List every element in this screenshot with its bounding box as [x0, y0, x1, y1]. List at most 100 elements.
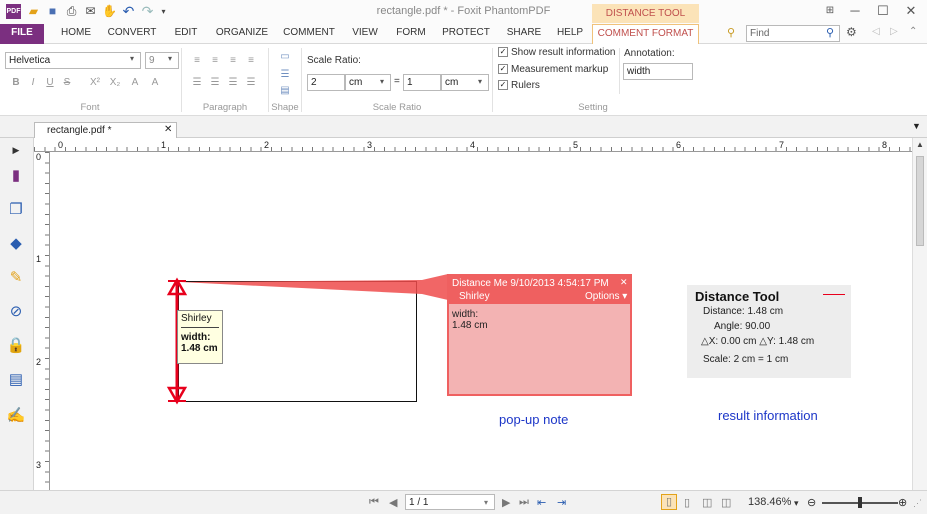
- paragraph-spacing-icon[interactable]: ☰: [244, 76, 258, 90]
- last-page-icon[interactable]: ⏭: [519, 496, 529, 509]
- search-options-icon[interactable]: ⚲: [727, 26, 741, 40]
- rulers-checkbox[interactable]: ✓: [498, 80, 508, 90]
- scale-left-value-input[interactable]: 2: [307, 74, 345, 91]
- distance-tool-line-icon: [823, 294, 845, 295]
- popup-close-icon[interactable]: ✕: [620, 276, 628, 289]
- continuous-facing-view-icon[interactable]: ◫: [721, 496, 731, 509]
- chevron-down-icon: ▾: [484, 498, 489, 507]
- search-icon[interactable]: ⚲: [826, 26, 834, 39]
- bold-button[interactable]: B: [9, 76, 23, 90]
- close-tab-icon[interactable]: ✕: [164, 124, 172, 135]
- tab-protect[interactable]: PROTECT: [440, 24, 492, 44]
- zoom-level[interactable]: 138.46%: [748, 496, 791, 508]
- justify-icon[interactable]: ≡: [244, 54, 258, 68]
- tab-share[interactable]: SHARE: [504, 24, 544, 44]
- tab-comment[interactable]: COMMENT: [282, 24, 336, 44]
- navigation-panel: ▶ ▮ ❐ ◆ ✎ ⊘ 🔒 ▤ ✍: [0, 138, 34, 490]
- align-left-icon[interactable]: ≡: [190, 54, 204, 68]
- popup-note-header[interactable]: Distance Me 9/10/2013 4:54:17 PM Shirley…: [449, 276, 630, 304]
- annotation-input[interactable]: width: [623, 63, 693, 80]
- font-color-button[interactable]: A: [128, 76, 142, 90]
- popup-note-body[interactable]: width: 1.48 cm: [452, 309, 488, 331]
- measurement-text-line1: width:: [181, 332, 211, 343]
- subscript-button[interactable]: X₂: [106, 76, 124, 90]
- zoom-in-icon[interactable]: ⊕: [898, 496, 907, 509]
- maximize-icon[interactable]: ☐: [873, 3, 893, 19]
- font-size-grow-button[interactable]: A: [148, 76, 162, 90]
- indent-icon[interactable]: ☰: [190, 76, 204, 90]
- tab-organize[interactable]: ORGANIZE: [214, 24, 270, 44]
- measurement-label[interactable]: Shirley width: 1.48 cm: [177, 310, 223, 364]
- nav-next-icon[interactable]: ▷: [890, 26, 898, 37]
- security-lock-icon[interactable]: 🔒: [6, 336, 26, 356]
- next-page-icon[interactable]: ▶: [502, 496, 510, 509]
- superscript-button[interactable]: X²: [86, 76, 104, 90]
- tab-home[interactable]: HOME: [56, 24, 96, 44]
- underline-button[interactable]: U: [43, 76, 57, 90]
- form-fields-icon[interactable]: ▤: [6, 370, 26, 390]
- line-width-icon[interactable]: ☰: [278, 68, 292, 82]
- tab-convert[interactable]: CONVERT: [106, 24, 158, 44]
- tab-help[interactable]: HELP: [554, 24, 586, 44]
- align-right-icon[interactable]: ≡: [226, 54, 240, 68]
- tab-form[interactable]: FORM: [394, 24, 428, 44]
- font-family-select[interactable]: Helvetica: [5, 52, 141, 69]
- previous-page-icon[interactable]: ◀: [389, 496, 397, 509]
- scale-left-unit-select[interactable]: cm: [345, 74, 391, 91]
- tab-view[interactable]: VIEW: [348, 24, 382, 44]
- first-page-icon[interactable]: ⏮: [369, 496, 379, 509]
- tab-comment-format[interactable]: COMMENT FORMAT: [592, 24, 699, 44]
- previous-view-icon[interactable]: ⇤: [537, 496, 546, 509]
- popup-note-author: Shirley: [459, 291, 490, 302]
- line-style-icon[interactable]: ▭: [278, 50, 292, 64]
- zoom-out-icon[interactable]: ⊖: [807, 496, 816, 509]
- outdent-icon[interactable]: ☰: [208, 76, 222, 90]
- ruler-tick-label: 1: [36, 254, 42, 264]
- tab-list-dropdown-icon[interactable]: ▼: [912, 121, 921, 131]
- scale-right-value-input[interactable]: 1: [403, 74, 441, 91]
- signature-icon[interactable]: ✍: [6, 406, 26, 426]
- document-tab[interactable]: rectangle.pdf * ✕: [34, 122, 177, 139]
- layers-icon[interactable]: ◆: [6, 234, 26, 254]
- paragraph-group-label: Paragraph: [202, 102, 248, 113]
- facing-view-icon[interactable]: ◫: [702, 496, 712, 509]
- vertical-ruler: 0 1 2 3: [34, 152, 50, 490]
- next-view-icon[interactable]: ⇥: [557, 496, 566, 509]
- border-style-icon[interactable]: ▤: [278, 84, 292, 98]
- chevron-down-icon: ▾: [478, 77, 483, 86]
- close-icon[interactable]: ✕: [901, 3, 921, 19]
- show-result-checkbox[interactable]: ✓: [498, 47, 508, 57]
- align-center-icon[interactable]: ≡: [208, 54, 222, 68]
- popup-note[interactable]: Distance Me 9/10/2013 4:54:17 PM Shirley…: [447, 274, 632, 396]
- page-number-input[interactable]: 1 / 1: [405, 494, 495, 510]
- zoom-slider-thumb[interactable]: [858, 497, 862, 508]
- tab-file[interactable]: FILE: [0, 24, 44, 44]
- nav-prev-icon[interactable]: ◁: [872, 26, 880, 37]
- ribbon-collapse-icon[interactable]: ⌃: [909, 26, 917, 37]
- font-size-select[interactable]: 9: [145, 52, 179, 69]
- minimize-icon[interactable]: ─: [845, 3, 865, 19]
- continuous-view-icon[interactable]: ▯: [684, 496, 690, 509]
- italic-button[interactable]: I: [26, 76, 40, 90]
- tab-edit[interactable]: EDIT: [170, 24, 202, 44]
- expand-panel-icon[interactable]: ▶: [6, 140, 26, 160]
- comments-icon[interactable]: ✎: [6, 268, 26, 288]
- line-spacing-icon[interactable]: ☰: [226, 76, 240, 90]
- strikethrough-button[interactable]: S: [60, 76, 74, 90]
- scroll-up-icon[interactable]: ▲: [916, 140, 924, 149]
- settings-gear-icon[interactable]: ⚙: [846, 25, 857, 39]
- measurement-markup-label: Measurement markup: [511, 64, 609, 75]
- scroll-thumb[interactable]: [916, 156, 924, 246]
- measurement-markup-checkbox[interactable]: ✓: [498, 64, 508, 74]
- document-tab-title: rectangle.pdf *: [47, 125, 112, 136]
- chevron-down-icon: ▾: [380, 77, 385, 86]
- bookmark-icon[interactable]: ▮: [6, 166, 26, 186]
- vertical-scrollbar[interactable]: ▲: [912, 138, 927, 490]
- ruler-tick-label: 2: [36, 357, 42, 367]
- attachment-icon[interactable]: ⊘: [6, 302, 26, 322]
- window-title: rectangle.pdf * - Foxit PhantomPDF: [376, 5, 551, 17]
- pages-icon[interactable]: ❐: [6, 200, 26, 220]
- single-page-view-icon[interactable]: ▯: [661, 494, 677, 510]
- restore-icon[interactable]: ⊞: [820, 3, 840, 19]
- popup-options-button[interactable]: Options ▾: [585, 290, 627, 303]
